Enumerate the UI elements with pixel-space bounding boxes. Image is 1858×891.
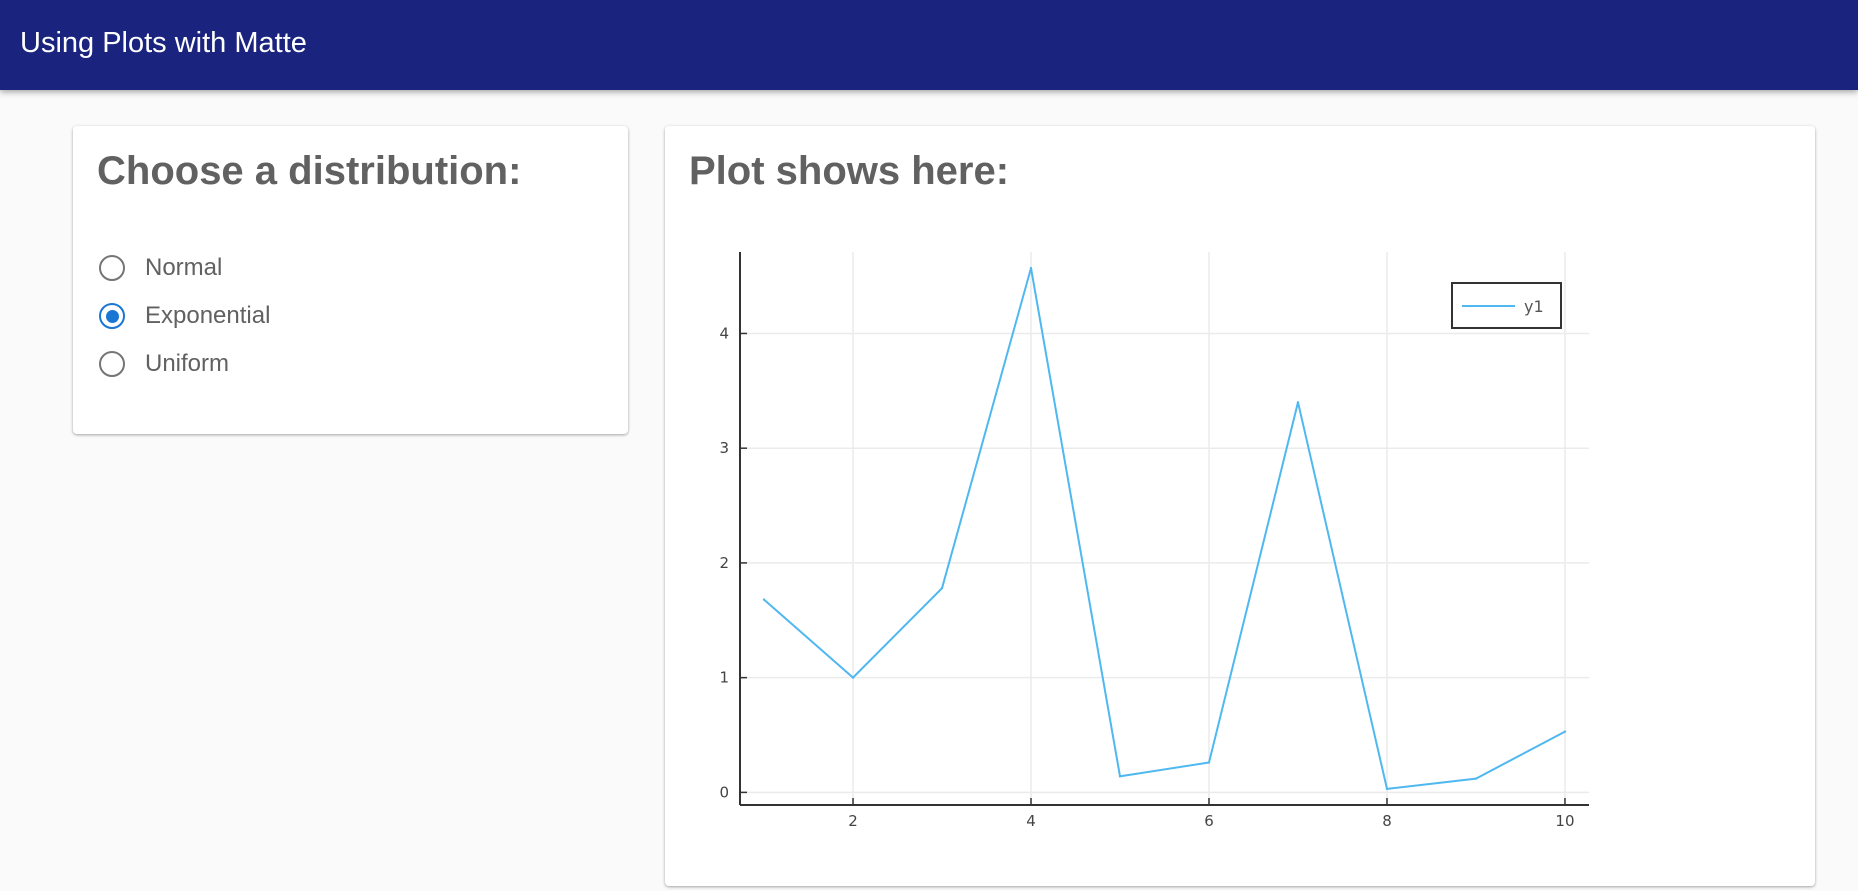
data-point: [1296, 401, 1300, 404]
data-point: [1385, 787, 1389, 791]
plot-container: 2 4 6 8 10 0 1 2 3 4 y1: [665, 126, 1815, 891]
radio-button-exponential[interactable]: [99, 303, 125, 329]
x-tick-label: 6: [1204, 812, 1214, 830]
distribution-card: Choose a distribution: Normal Exponentia…: [73, 126, 628, 434]
data-point: [851, 676, 855, 679]
data-point: [1474, 777, 1478, 780]
x-tick-label: 2: [848, 812, 858, 830]
data-point: [762, 598, 766, 601]
grid-layer: [740, 252, 1589, 805]
radio-button-uniform[interactable]: [99, 351, 125, 377]
distribution-heading: Choose a distribution:: [97, 149, 522, 193]
data-point: [1207, 761, 1211, 764]
y-tick-label: 3: [719, 439, 729, 457]
data-point: [940, 586, 944, 590]
app-bar: Using Plots with Matte: [0, 0, 1858, 90]
radio-label-exponential[interactable]: Exponential: [145, 302, 270, 330]
y-tick-label: 2: [719, 554, 729, 572]
data-point: [1029, 266, 1033, 270]
series-line-y1: [763, 267, 1566, 790]
axis-layer: 2 4 6 8 10 0 1 2 3 4: [719, 252, 1589, 830]
distribution-radio-group: Normal Exponential Uniform: [99, 244, 270, 388]
radio-button-normal[interactable]: [99, 255, 125, 281]
radio-option-exponential[interactable]: Exponential: [99, 292, 270, 340]
radio-label-uniform[interactable]: Uniform: [145, 350, 229, 378]
radio-option-uniform[interactable]: Uniform: [99, 340, 270, 388]
y-tick-label: 0: [719, 783, 729, 801]
data-point: [1118, 775, 1122, 778]
legend-label: y1: [1524, 297, 1544, 316]
app-title: Using Plots with Matte: [20, 27, 307, 59]
series-layer: [762, 266, 1567, 791]
data-point: [1563, 730, 1567, 733]
legend: y1: [1451, 282, 1562, 329]
plot-card: Plot shows here: 2 4 6 8 10 0 1 2 3 4 y1: [665, 126, 1815, 886]
line-chart: 2 4 6 8 10 0 1 2 3 4 y1: [719, 252, 1589, 830]
x-tick-label: 8: [1382, 812, 1392, 830]
x-tick-label: 4: [1026, 812, 1036, 830]
x-tick-label: 10: [1555, 812, 1574, 830]
y-tick-label: 1: [719, 669, 729, 687]
y-tick-label: 4: [719, 324, 729, 342]
radio-option-normal[interactable]: Normal: [99, 244, 270, 292]
radio-label-normal[interactable]: Normal: [145, 254, 222, 282]
